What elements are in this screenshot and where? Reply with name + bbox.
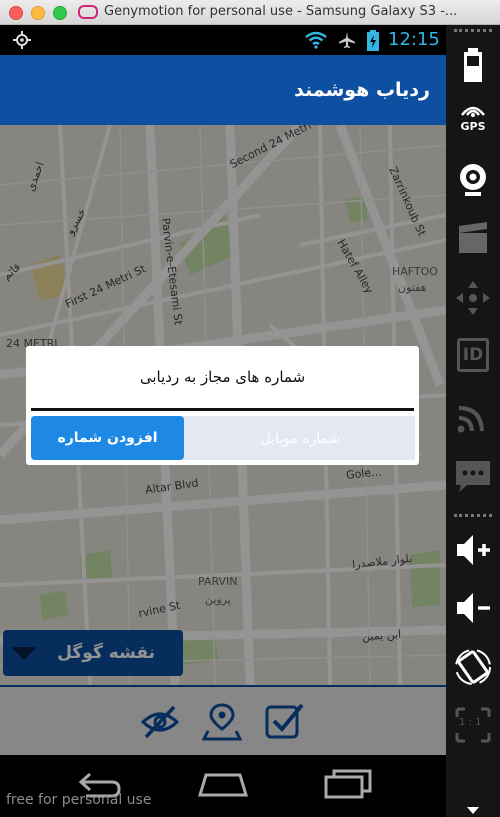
status-bar: 12:15 — [0, 25, 446, 55]
authorized-numbers-dialog: شماره های مجاز به ردیابی افزودن شماره — [26, 346, 419, 465]
toolbar-expand-arrow-icon[interactable] — [467, 807, 479, 814]
app-bar: ردیاب هوشمند — [0, 55, 446, 125]
zoom-window-button[interactable] — [53, 6, 67, 20]
scale-label: 1 : 1 — [459, 717, 482, 728]
gps-label: GPS — [460, 120, 486, 133]
wifi-icon — [305, 31, 327, 49]
personal-use-watermark: free for personal use — [6, 792, 152, 808]
minimize-window-button[interactable] — [31, 6, 45, 20]
recent-apps-icon[interactable] — [324, 769, 372, 799]
rotate-screen-icon[interactable] — [453, 647, 493, 687]
gps-button[interactable]: GPS — [453, 101, 493, 141]
volume-down-icon[interactable] — [453, 588, 493, 628]
location-crosshair-icon — [13, 31, 31, 49]
genymotion-logo-icon — [78, 5, 98, 19]
add-number-button[interactable]: افزودن شماره — [31, 416, 184, 460]
signal-icon[interactable] — [453, 397, 493, 437]
battery-icon[interactable] — [453, 45, 493, 85]
window-title-area: Genymotion for personal use - Samsung Ga… — [78, 0, 457, 24]
close-window-button[interactable] — [9, 6, 23, 20]
dpad-icon[interactable] — [453, 278, 493, 318]
device-id-label: ID — [462, 345, 484, 365]
genymotion-toolbar: GPS ID 1: 1 — [446, 25, 500, 817]
gps-signal-icon — [461, 106, 485, 117]
sms-icon[interactable] — [453, 455, 493, 495]
window-title: Genymotion for personal use - Samsung Ga… — [104, 4, 458, 19]
device-id-button[interactable]: ID — [457, 338, 489, 372]
dialog-title: شماره های مجاز به ردیابی — [139, 368, 306, 386]
status-time: 12:15 — [388, 29, 440, 50]
window-titlebar: Genymotion for personal use - Samsung Ga… — [0, 0, 500, 25]
webcam-icon[interactable] — [453, 160, 493, 200]
device-screen: 12:15 ردیاب هوشمند Second 24 Metri St Fi… — [0, 25, 446, 817]
phone-number-input[interactable] — [186, 416, 415, 462]
dialog-divider — [31, 408, 414, 411]
battery-charging-icon — [367, 30, 379, 51]
app-title: ردیاب هوشمند — [294, 79, 430, 101]
toolbar-grip — [454, 514, 492, 521]
pixel-perfect-button[interactable]: 1 : 1 — [453, 705, 493, 745]
volume-up-icon[interactable] — [453, 530, 493, 570]
toolbar-grip — [454, 29, 492, 36]
airplane-icon — [339, 32, 355, 48]
add-number-row: افزودن شماره — [31, 416, 415, 462]
video-capture-icon[interactable] — [453, 218, 493, 258]
home-icon[interactable] — [198, 773, 248, 797]
